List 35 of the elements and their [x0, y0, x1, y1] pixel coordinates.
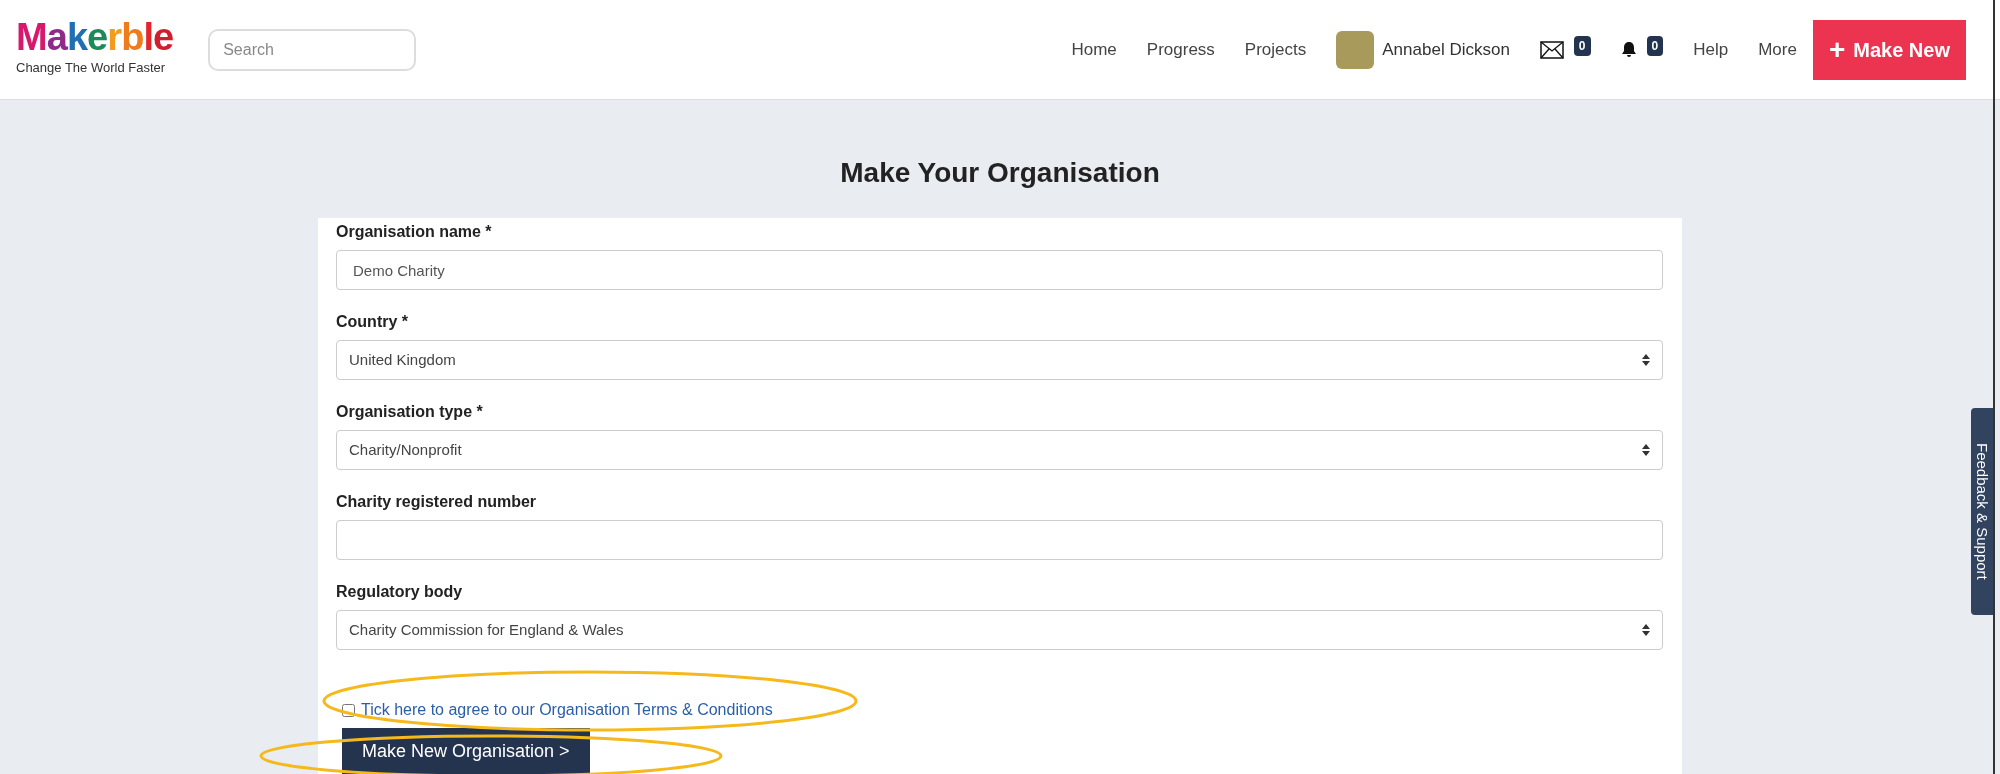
updown-caret-icon: [1642, 444, 1650, 456]
select-field[interactable]: United Kingdom: [336, 340, 1663, 380]
field-label: Country *: [336, 312, 409, 332]
nav-link[interactable]: Help: [1693, 36, 1729, 63]
terms-checkbox[interactable]: [342, 703, 355, 717]
makerble-logo[interactable]: Makerble: [16, 17, 174, 56]
page-title: Make Your Organisation: [840, 156, 1160, 190]
envelope-icon[interactable]: [1539, 40, 1564, 59]
text-input[interactable]: Demo Charity: [336, 250, 1663, 290]
field-label: Organisation name *: [336, 222, 493, 242]
avatar-placeholder[interactable]: [1336, 30, 1375, 69]
bell-icon[interactable]: [1620, 41, 1637, 58]
nav-link[interactable]: More: [1758, 36, 1797, 63]
select-value: United Kingdom: [349, 349, 456, 370]
select-value: Charity/Nonprofit: [349, 439, 462, 460]
nav-link[interactable]: Progress: [1146, 36, 1215, 63]
select-field[interactable]: Charity Commission for England & Wales: [336, 610, 1663, 650]
field-label: Organisation type *: [336, 402, 484, 422]
nav-link[interactable]: Home: [1071, 36, 1117, 63]
text-input[interactable]: [336, 520, 1663, 560]
logo-tagline: Change The World Faster: [16, 58, 167, 77]
search-field[interactable]: Search: [208, 28, 417, 71]
count-badge: 0: [1573, 35, 1591, 56]
nav-link[interactable]: Projects: [1244, 36, 1307, 63]
count-badge: 0: [1646, 35, 1664, 56]
user-name-link[interactable]: Annabel Dickson: [1382, 36, 1510, 63]
field-label: Regulatory body: [336, 582, 464, 602]
make-new-button[interactable]: + Make New: [1812, 19, 1966, 80]
updown-caret-icon: [1642, 624, 1650, 636]
select-value: Charity Commission for England & Wales: [349, 619, 624, 640]
feedback-support-tab[interactable]: Feedback & Support: [1971, 408, 1993, 615]
updown-caret-icon: [1642, 354, 1650, 366]
field-label: Charity registered number: [336, 492, 538, 512]
make-organisation-button[interactable]: Make New Organisation >: [342, 728, 590, 774]
select-field[interactable]: Charity/Nonprofit: [336, 430, 1663, 470]
